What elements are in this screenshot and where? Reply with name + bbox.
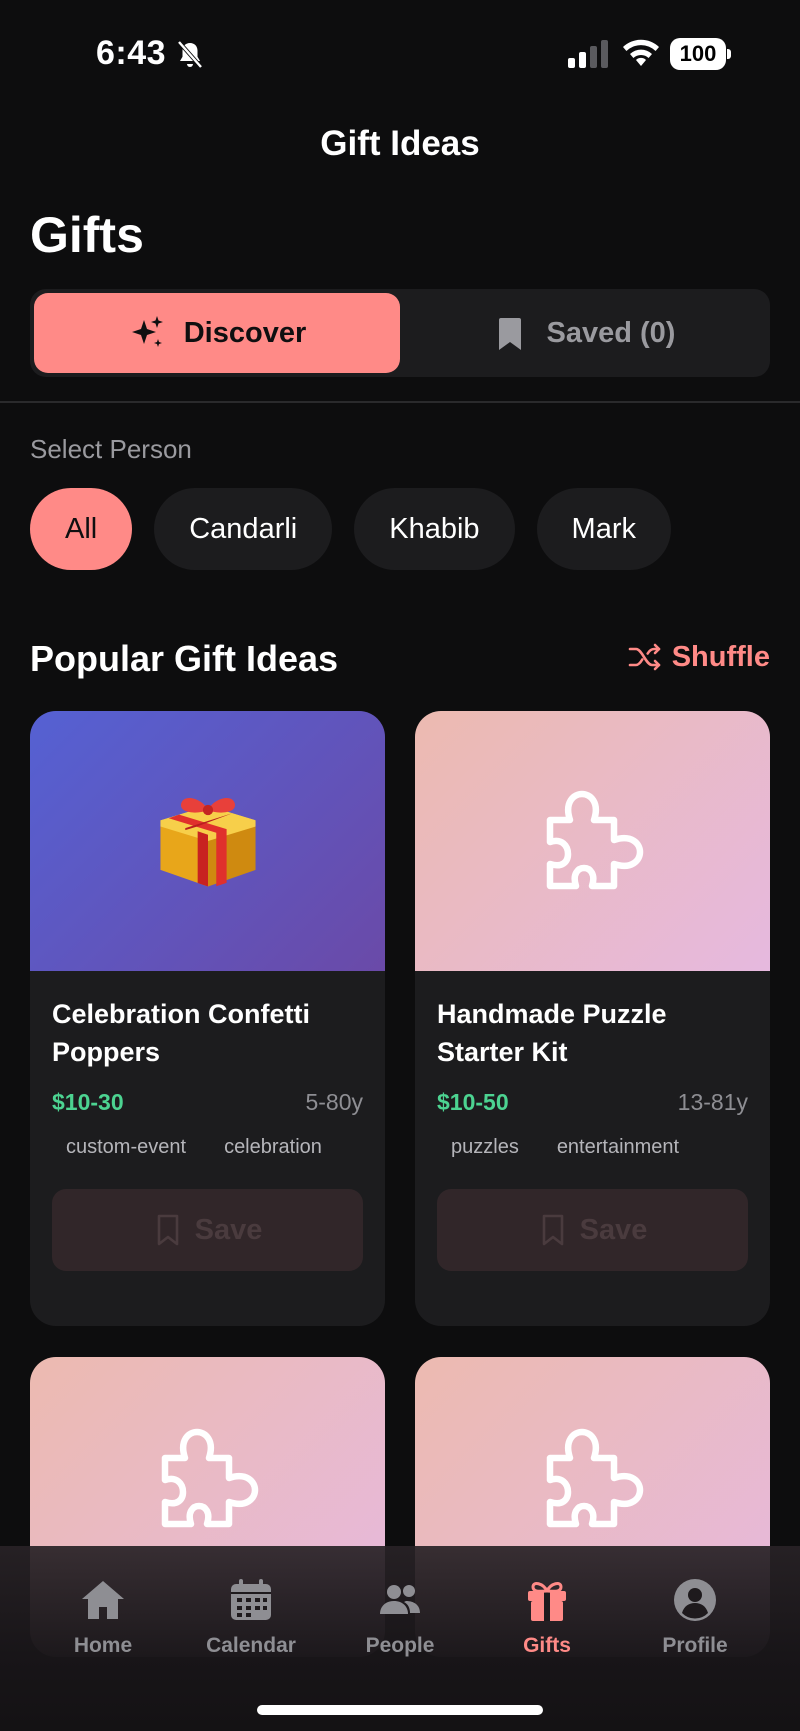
puzzle-icon xyxy=(546,790,643,890)
person-chip-all[interactable]: All xyxy=(30,488,133,570)
gift-card-image xyxy=(30,711,385,971)
nav-title: Gift Ideas xyxy=(320,124,480,163)
person-chip-khabib[interactable]: Khabib xyxy=(354,488,515,570)
gift-card-image xyxy=(415,711,770,971)
tab-people-label: People xyxy=(365,1634,435,1657)
tab-home[interactable]: Home xyxy=(38,1576,168,1658)
calendar-icon xyxy=(231,1579,271,1620)
shuffle-button[interactable]: Shuffle xyxy=(628,640,770,674)
shuffle-label: Shuffle xyxy=(671,640,770,673)
bell-off-icon xyxy=(177,40,203,69)
gift-card-tag: celebration xyxy=(224,1136,322,1158)
tab-calendar[interactable]: Calendar xyxy=(186,1576,316,1658)
gift-card-tag: custom-event xyxy=(66,1136,187,1158)
gift-card-title: Celebration Confetti Poppers xyxy=(52,999,311,1067)
tab-gifts-label: Gifts xyxy=(523,1634,571,1657)
gift-card-tag: puzzles xyxy=(451,1136,519,1158)
bookmark-icon xyxy=(498,318,521,350)
cellular-signal-icon xyxy=(568,40,608,68)
home-indicator xyxy=(257,1705,543,1715)
gift-card-tag: entertainment xyxy=(556,1136,680,1158)
person-chip-candarli[interactable]: Candarli xyxy=(154,488,333,570)
gift-card-price: $10-30 xyxy=(52,1089,124,1115)
sparkles-icon xyxy=(131,316,163,347)
status-bar: 6:43 100 xyxy=(0,0,800,100)
profile-icon xyxy=(674,1579,716,1621)
gift-card[interactable]: Celebration Confetti Poppers $10-30 5-80… xyxy=(30,711,385,1326)
puzzle-icon xyxy=(546,1428,643,1528)
select-person-label: Select Person xyxy=(30,434,192,464)
battery-icon: 100 xyxy=(670,38,731,70)
puzzle-icon xyxy=(161,1428,258,1528)
tab-profile[interactable]: Profile xyxy=(630,1576,760,1658)
bookmark-outline-icon xyxy=(157,1214,178,1246)
save-gift-label: Save xyxy=(579,1213,648,1246)
gift-box-icon xyxy=(159,797,256,887)
home-icon xyxy=(82,1581,124,1619)
tab-discover-label: Discover xyxy=(183,316,307,349)
people-icon xyxy=(380,1585,420,1614)
wifi-icon xyxy=(623,39,659,66)
person-filter-chips: All Candarli Khabib Mark xyxy=(30,488,671,570)
status-time: 6:43 xyxy=(96,34,167,72)
tab-saved-label: Saved (0) xyxy=(546,316,676,349)
tab-gifts[interactable]: Gifts xyxy=(482,1576,612,1658)
gift-card-age-range: 5-80y xyxy=(305,1089,363,1115)
save-gift-button[interactable]: Save xyxy=(437,1189,748,1271)
bookmark-outline-icon xyxy=(542,1214,563,1246)
gift-card[interactable]: Handmade Puzzle Starter Kit $10-50 13-81… xyxy=(415,711,770,1326)
person-chip-mark[interactable]: Mark xyxy=(536,488,671,570)
bottom-tab-bar: Home Calendar People Gifts Profile xyxy=(0,1546,800,1731)
popular-gift-ideas-heading: Popular Gift Ideas xyxy=(30,638,339,679)
tab-people[interactable]: People xyxy=(335,1576,465,1658)
discover-saved-segmented-control: Discover Saved (0) xyxy=(30,289,770,377)
battery-level: 100 xyxy=(679,41,717,66)
save-gift-label: Save xyxy=(194,1213,263,1246)
gift-icon xyxy=(528,1582,566,1621)
save-gift-button[interactable]: Save xyxy=(52,1189,363,1271)
tab-calendar-label: Calendar xyxy=(206,1634,296,1657)
gift-card-title: Handmade Puzzle Starter Kit xyxy=(437,999,667,1067)
gift-card-price: $10-50 xyxy=(437,1089,509,1115)
gift-card-age-range: 13-81y xyxy=(677,1089,748,1115)
shuffle-icon xyxy=(628,643,661,671)
tab-home-label: Home xyxy=(73,1634,133,1657)
page-title: Gifts xyxy=(30,207,144,263)
tab-saved[interactable]: Saved (0) xyxy=(400,293,766,373)
tab-discover[interactable]: Discover xyxy=(34,293,400,373)
section-divider xyxy=(0,401,800,403)
tab-profile-label: Profile xyxy=(662,1634,728,1657)
